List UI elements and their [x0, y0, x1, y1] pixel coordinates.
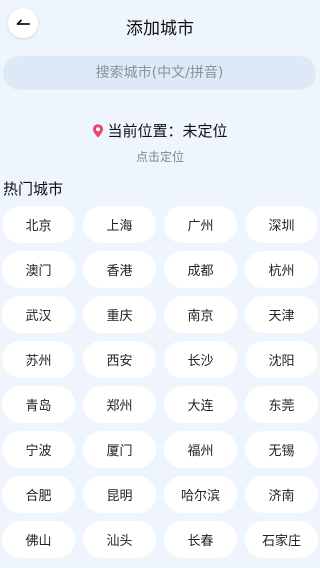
city-chip[interactable]: 合肥: [2, 476, 75, 513]
page-title: 添加城市: [126, 19, 194, 39]
city-chip[interactable]: 重庆: [83, 296, 156, 333]
city-chip[interactable]: 昆明: [83, 476, 156, 513]
city-chip[interactable]: 石家庄: [245, 521, 318, 558]
hot-cities-grid: 北京 上海 广州 深圳澳门 香港 成都 杭州武汉 重庆 南京 天津苏州 西安 长沙 沈阳青岛 郑州 大连 东莞…: [2, 206, 318, 558]
city-chip[interactable]: 青岛: [2, 386, 75, 423]
city-chip[interactable]: 天津: [245, 296, 318, 333]
city-chip[interactable]: 上海: [83, 206, 156, 243]
locate-button[interactable]: 点击定位: [0, 148, 320, 165]
map-pin-icon: [92, 123, 104, 138]
city-chip[interactable]: 长沙: [164, 341, 237, 378]
hot-cities-title: 热门城市: [3, 180, 64, 198]
city-chip[interactable]: 宁波: [2, 431, 75, 468]
city-chip[interactable]: 沈阳: [245, 341, 318, 378]
city-chip[interactable]: 广州: [164, 206, 237, 243]
city-chip[interactable]: 福州: [164, 431, 237, 468]
search-input[interactable]: [3, 56, 316, 90]
city-chip[interactable]: 郑州: [83, 386, 156, 423]
location-label: 当前位置：未定位: [107, 122, 228, 140]
city-chip[interactable]: 深圳: [245, 206, 318, 243]
city-chip[interactable]: 长春: [164, 521, 237, 558]
city-chip[interactable]: 西安: [83, 341, 156, 378]
city-chip[interactable]: 东莞: [245, 386, 318, 423]
city-chip[interactable]: 厦门: [83, 431, 156, 468]
city-chip[interactable]: 杭州: [245, 251, 318, 288]
city-chip[interactable]: 武汉: [2, 296, 75, 333]
city-chip[interactable]: 南京: [164, 296, 237, 333]
city-chip[interactable]: 香港: [83, 251, 156, 288]
city-chip[interactable]: 汕头: [83, 521, 156, 558]
search-bar[interactable]: [3, 56, 316, 90]
header: 添加城市: [0, 0, 320, 50]
city-chip[interactable]: 哈尔滨: [164, 476, 237, 513]
city-chip[interactable]: 澳门: [2, 251, 75, 288]
city-chip[interactable]: 济南: [245, 476, 318, 513]
city-chip[interactable]: 成都: [164, 251, 237, 288]
city-chip[interactable]: 苏州: [2, 341, 75, 378]
city-chip[interactable]: 佛山: [2, 521, 75, 558]
current-location: 当前位置：未定位: [0, 120, 320, 141]
city-chip[interactable]: 大连: [164, 386, 237, 423]
city-chip[interactable]: 北京: [2, 206, 75, 243]
city-chip[interactable]: 无锡: [245, 431, 318, 468]
